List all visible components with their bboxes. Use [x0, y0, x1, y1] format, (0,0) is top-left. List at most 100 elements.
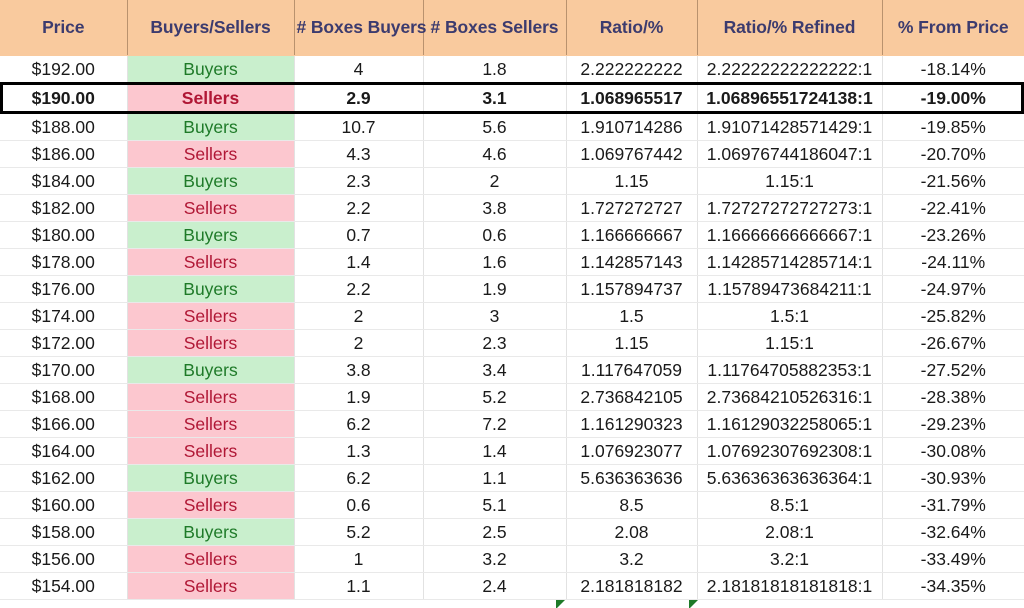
cell-buyers-sellers[interactable]: Buyers	[127, 464, 295, 492]
cell-pct-from-price[interactable]: -18.14%	[882, 55, 1024, 84]
cell-boxes-sellers[interactable]: 3.4	[423, 356, 567, 384]
cell-buyers-sellers[interactable]: Sellers	[127, 248, 295, 276]
cell-pct-from-price[interactable]: -21.56%	[882, 167, 1024, 195]
cell-boxes-buyers[interactable]: 2	[294, 329, 424, 357]
cell-pct-from-price[interactable]: -19.00%	[882, 82, 1024, 114]
cell-boxes-sellers[interactable]: 4.6	[423, 140, 567, 168]
cell-boxes-sellers[interactable]: 1.6	[423, 248, 567, 276]
cell-ratio-pct[interactable]: 2.222222222	[566, 55, 698, 84]
cell-pct-from-price[interactable]: -31.79%	[882, 491, 1024, 519]
cell-pct-from-price[interactable]: -28.38%	[882, 383, 1024, 411]
cell-price[interactable]: $174.00	[0, 302, 128, 330]
cell-boxes-buyers[interactable]: 2.3	[294, 167, 424, 195]
cell-buyers-sellers[interactable]: Buyers	[127, 55, 295, 84]
cell-ratio-pct[interactable]: 1.15	[566, 167, 698, 195]
cell-pct-from-price[interactable]: -24.97%	[882, 275, 1024, 303]
table-row[interactable]: $172.00 Sellers 2 2.3 1.15 1.15:1 -26.67%	[0, 329, 1024, 357]
cell-buyers-sellers[interactable]: Buyers	[127, 221, 295, 249]
table-row[interactable]: $188.00 Buyers 10.7 5.6 1.910714286 1.9107142…	[0, 112, 1024, 141]
table-row[interactable]: $176.00 Buyers 2.2 1.9 1.157894737 1.15789473…	[0, 275, 1024, 303]
cell-buyers-sellers[interactable]: Buyers	[127, 112, 295, 141]
cell-buyers-sellers[interactable]: Buyers	[127, 275, 295, 303]
cell-boxes-buyers[interactable]: 6.2	[294, 410, 424, 438]
column-header-boxes-buyers[interactable]: # Boxes Buyers	[294, 0, 427, 56]
cell-ratio-pct[interactable]: 5.636363636	[566, 464, 698, 492]
cell-boxes-sellers[interactable]: 5.6	[423, 112, 567, 141]
cell-ratio-refined[interactable]: 2.73684210526316:1	[697, 383, 883, 411]
cell-boxes-sellers[interactable]: 3.2	[423, 545, 567, 573]
cell-boxes-buyers[interactable]: 4.3	[294, 140, 424, 168]
cell-pct-from-price[interactable]: -23.26%	[882, 221, 1024, 249]
cell-buyers-sellers[interactable]: Sellers	[127, 329, 295, 357]
table-row[interactable]: $174.00 Sellers 2 3 1.5 1.5:1 -25.82%	[0, 302, 1024, 330]
cell-boxes-sellers[interactable]: 3.8	[423, 194, 567, 222]
table-row[interactable]: $162.00 Buyers 6.2 1.1 5.636363636 5.63636363…	[0, 464, 1024, 492]
cell-boxes-sellers[interactable]: 3.1	[423, 82, 567, 114]
table-row[interactable]: $180.00 Buyers 0.7 0.6 1.166666667 1.16666666…	[0, 221, 1024, 249]
cell-buyers-sellers[interactable]: Sellers	[127, 82, 295, 114]
cell-ratio-refined[interactable]: 1.15:1	[697, 329, 883, 357]
cell-price[interactable]: $182.00	[0, 194, 128, 222]
cell-boxes-buyers[interactable]: 2.2	[294, 275, 424, 303]
cell-ratio-pct[interactable]: 1.117647059	[566, 356, 698, 384]
column-header-price[interactable]: Price	[0, 0, 128, 56]
cell-pct-from-price[interactable]: -30.93%	[882, 464, 1024, 492]
cell-pct-from-price[interactable]: -32.64%	[882, 518, 1024, 546]
table-row[interactable]: $186.00 Sellers 4.3 4.6 1.069767442 1.0697674…	[0, 140, 1024, 168]
table-row[interactable]: $192.00 Buyers 4 1.8 2.222222222 2.2222222222…	[0, 55, 1024, 84]
table-row[interactable]: $158.00 Buyers 5.2 2.5 2.08 2.08:1 -32.64%	[0, 518, 1024, 546]
price-ladder-table[interactable]: Price Buyers/Sellers # Boxes Buyers # Bo…	[0, 0, 1024, 600]
column-header-ratio-pct[interactable]: Ratio/%	[566, 0, 698, 56]
cell-boxes-buyers[interactable]: 3.8	[294, 356, 424, 384]
cell-ratio-refined[interactable]: 1.72727272727273:1	[697, 194, 883, 222]
cell-pct-from-price[interactable]: -27.52%	[882, 356, 1024, 384]
cell-ratio-refined[interactable]: 1.11764705882353:1	[697, 356, 883, 384]
cell-price[interactable]: $186.00	[0, 140, 128, 168]
cell-boxes-sellers[interactable]: 1.1	[423, 464, 567, 492]
cell-pct-from-price[interactable]: -29.23%	[882, 410, 1024, 438]
cell-boxes-sellers[interactable]: 2	[423, 167, 567, 195]
cell-boxes-buyers[interactable]: 1.9	[294, 383, 424, 411]
cell-pct-from-price[interactable]: -25.82%	[882, 302, 1024, 330]
cell-pct-from-price[interactable]: -33.49%	[882, 545, 1024, 573]
cell-ratio-refined[interactable]: 2.08:1	[697, 518, 883, 546]
table-row[interactable]: $178.00 Sellers 1.4 1.6 1.142857143 1.1428571…	[0, 248, 1024, 276]
cell-price[interactable]: $192.00	[0, 55, 128, 84]
cell-ratio-pct[interactable]: 8.5	[566, 491, 698, 519]
cell-ratio-refined[interactable]: 1.06896551724138:1	[697, 82, 883, 114]
cell-buyers-sellers[interactable]: Sellers	[127, 383, 295, 411]
cell-ratio-refined[interactable]: 5.63636363636364:1	[697, 464, 883, 492]
table-row[interactable]: $182.00 Sellers 2.2 3.8 1.727272727 1.7272727…	[0, 194, 1024, 222]
cell-price[interactable]: $172.00	[0, 329, 128, 357]
cell-boxes-buyers[interactable]: 10.7	[294, 112, 424, 141]
cell-price[interactable]: $166.00	[0, 410, 128, 438]
cell-ratio-refined[interactable]: 1.14285714285714:1	[697, 248, 883, 276]
cell-boxes-sellers[interactable]: 1.9	[423, 275, 567, 303]
cell-buyers-sellers[interactable]: Buyers	[127, 356, 295, 384]
cell-price[interactable]: $162.00	[0, 464, 128, 492]
cell-pct-from-price[interactable]: -30.08%	[882, 437, 1024, 465]
cell-ratio-pct[interactable]: 1.727272727	[566, 194, 698, 222]
cell-price[interactable]: $188.00	[0, 112, 128, 141]
cell-ratio-pct[interactable]: 1.161290323	[566, 410, 698, 438]
table-row[interactable]: $190.00 Sellers 2.9 3.1 1.068965517 1.0689655…	[0, 82, 1024, 114]
cell-boxes-buyers[interactable]: 4	[294, 55, 424, 84]
cell-ratio-pct[interactable]: 1.069767442	[566, 140, 698, 168]
cell-boxes-buyers[interactable]: 6.2	[294, 464, 424, 492]
cell-boxes-buyers[interactable]: 5.2	[294, 518, 424, 546]
cell-buyers-sellers[interactable]: Sellers	[127, 491, 295, 519]
cell-ratio-refined[interactable]: 1.07692307692308:1	[697, 437, 883, 465]
cell-boxes-sellers[interactable]: 5.2	[423, 383, 567, 411]
cell-ratio-refined[interactable]: 2.22222222222222:1	[697, 55, 883, 84]
cell-boxes-sellers[interactable]: 1.8	[423, 55, 567, 84]
cell-ratio-pct[interactable]: 1.5	[566, 302, 698, 330]
cell-buyers-sellers[interactable]: Buyers	[127, 167, 295, 195]
table-row[interactable]: $184.00 Buyers 2.3 2 1.15 1.15:1 -21.56%	[0, 167, 1024, 195]
cell-ratio-refined[interactable]: 1.16666666666667:1	[697, 221, 883, 249]
cell-ratio-refined[interactable]: 1.16129032258065:1	[697, 410, 883, 438]
cell-boxes-buyers[interactable]: 2	[294, 302, 424, 330]
cell-ratio-refined[interactable]: 3.2:1	[697, 545, 883, 573]
column-header-boxes-sellers[interactable]: # Boxes Sellers	[423, 0, 567, 56]
cell-ratio-pct[interactable]: 1.142857143	[566, 248, 698, 276]
column-header-pct-from-price[interactable]: % From Price	[882, 0, 1024, 56]
